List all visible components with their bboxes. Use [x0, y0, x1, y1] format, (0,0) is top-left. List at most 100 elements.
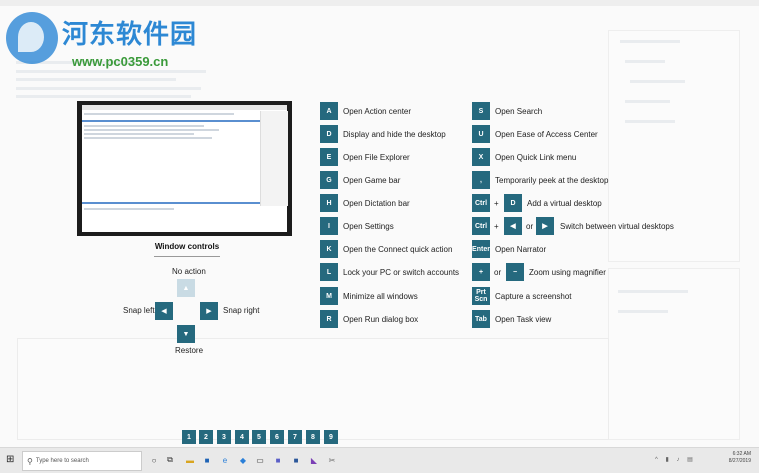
watermark-title: 河东软件园 — [62, 19, 198, 49]
key-u: U — [472, 125, 490, 143]
task-view-icon[interactable]: ⧉ — [164, 454, 176, 466]
key-e: E — [320, 148, 338, 166]
snap-left-label: Snap left — [123, 306, 155, 315]
or-text: or — [526, 222, 534, 231]
shortcut-description: Open Search — [495, 107, 543, 116]
visual-studio-icon[interactable]: ◣ — [308, 454, 320, 466]
bg-line — [625, 120, 675, 123]
arrow-right-key: ▶ — [200, 302, 218, 320]
bg-line — [618, 290, 688, 293]
key-k: K — [320, 240, 338, 258]
file-explorer-icon[interactable]: ▬ — [184, 454, 196, 466]
key-r: R — [320, 310, 338, 328]
shortcut-description: Display and hide the desktop — [343, 130, 446, 139]
edge-icon[interactable]: e — [219, 454, 231, 466]
key-a: A — [320, 102, 338, 120]
key-g: G — [320, 171, 338, 189]
key-ctrl: Ctrl — [472, 217, 490, 235]
word-icon[interactable]: ■ — [290, 454, 302, 466]
window-controls-title: Window controls — [154, 242, 220, 251]
taskbar-number-badge: 8 — [306, 430, 320, 444]
key-tab: Tab — [472, 310, 490, 328]
shortcut-description: Open Action center — [343, 107, 412, 116]
key-comma: , — [472, 171, 490, 189]
key-x: X — [472, 148, 490, 166]
shortcut-description: Open Task view — [495, 315, 552, 324]
arrow-left-key: ◀ — [155, 302, 173, 320]
key-l: L — [320, 263, 338, 281]
shortcut-description: Open Quick Link menu — [495, 153, 577, 162]
shortcut-description: Open Narrator — [495, 245, 547, 254]
taskbar-search-box[interactable]: ⚲ Type here to search — [22, 451, 142, 471]
key-prtscn: Prt Scn — [472, 287, 490, 305]
window-preview-image — [77, 101, 292, 236]
title-bar — [0, 0, 759, 6]
snap-right-label: Snap right — [223, 306, 260, 315]
taskbar-number-badge: 5 — [252, 430, 266, 444]
key-arrow-right: ▶ — [536, 217, 554, 235]
shortcut-description: Open the Connect quick action — [343, 245, 453, 254]
key-minus: − — [506, 263, 524, 281]
shortcut-description: Open Ease of Access Center — [495, 130, 598, 139]
key-enter: Enter — [472, 240, 490, 258]
terminal-icon[interactable]: ▭ — [254, 454, 266, 466]
key-d: D — [504, 194, 522, 212]
taskbar-number-badge: 3 — [217, 430, 231, 444]
outlook-icon[interactable]: ■ — [201, 454, 213, 466]
key-ctrl: Ctrl — [472, 194, 490, 212]
key-arrow-left: ◀ — [504, 217, 522, 235]
output-panel — [17, 338, 609, 440]
restore-label: Restore — [175, 346, 204, 355]
watermark-logo — [6, 12, 58, 64]
taskbar-number-badge: 4 — [235, 430, 249, 444]
divider — [154, 256, 220, 257]
plus-sign: + — [494, 199, 499, 208]
shortcut-description: Lock your PC or switch accounts — [343, 268, 460, 277]
watermark: 河东软件园 www.pc0359.cn — [6, 8, 226, 70]
key-s: S — [472, 102, 490, 120]
vscode-icon[interactable]: ◆ — [237, 454, 249, 466]
taskbar-number-badge: 7 — [288, 430, 302, 444]
key-m: M — [320, 287, 338, 305]
key-d: D — [320, 125, 338, 143]
key-h: H — [320, 194, 338, 212]
bg-line — [16, 95, 191, 98]
bg-line — [16, 70, 206, 73]
shortcut-description: Minimize all windows — [343, 292, 418, 301]
taskbar-number-badge: 2 — [199, 430, 213, 444]
windows-start-icon[interactable]: ⊞ — [6, 454, 14, 465]
shortcut-description: Temporarily peek at the desktop — [495, 176, 609, 185]
shortcut-description: Add a virtual desktop — [527, 199, 602, 208]
key-i: I — [320, 217, 338, 235]
shortcut-description: Open Run dialog box — [343, 315, 419, 324]
taskbar-number-badge: 6 — [270, 430, 284, 444]
cortana-icon[interactable]: ○ — [148, 454, 160, 466]
clock-date: 8/27/2019 — [728, 458, 751, 464]
taskbar-number-badge: 1 — [182, 430, 196, 444]
shortcut-description: Open Settings — [343, 222, 394, 231]
shortcut-description: Open Game bar — [343, 176, 401, 185]
shortcut-description: Capture a screenshot — [495, 292, 572, 301]
teams-icon[interactable]: ■ — [272, 454, 284, 466]
key-prtscn-line2: Scn — [474, 296, 488, 303]
properties-panel — [608, 268, 740, 440]
snipping-tool-icon[interactable]: ✂ — [326, 454, 338, 466]
key-plus: + — [472, 263, 490, 281]
taskbar: ⊞ ⚲ Type here to search ○ ⧉ ▬ ■ e ◆ ▭ ■ … — [0, 447, 759, 473]
taskbar-number-badge: 9 — [324, 430, 338, 444]
bg-line — [16, 87, 201, 90]
clock[interactable]: 6:32 AM 8/27/2019 — [729, 451, 751, 465]
arrow-up-key: ▲ — [177, 279, 195, 297]
arrow-down-key: ▼ — [177, 325, 195, 343]
no-action-label: No action — [172, 267, 206, 276]
bg-line — [630, 80, 685, 83]
shortcut-description: Zoom using magnifier — [529, 268, 606, 277]
search-icon: ⚲ — [27, 456, 33, 466]
or-text: or — [494, 268, 502, 277]
system-tray-icons[interactable]: ^ ▮ ♪ ▤ — [655, 456, 696, 463]
clock-time: 6:32 AM — [732, 451, 751, 457]
bg-line — [620, 40, 680, 43]
bg-line — [16, 78, 176, 81]
search-placeholder: Type here to search — [35, 458, 89, 464]
shortcut-description: Open File Explorer — [343, 153, 410, 162]
